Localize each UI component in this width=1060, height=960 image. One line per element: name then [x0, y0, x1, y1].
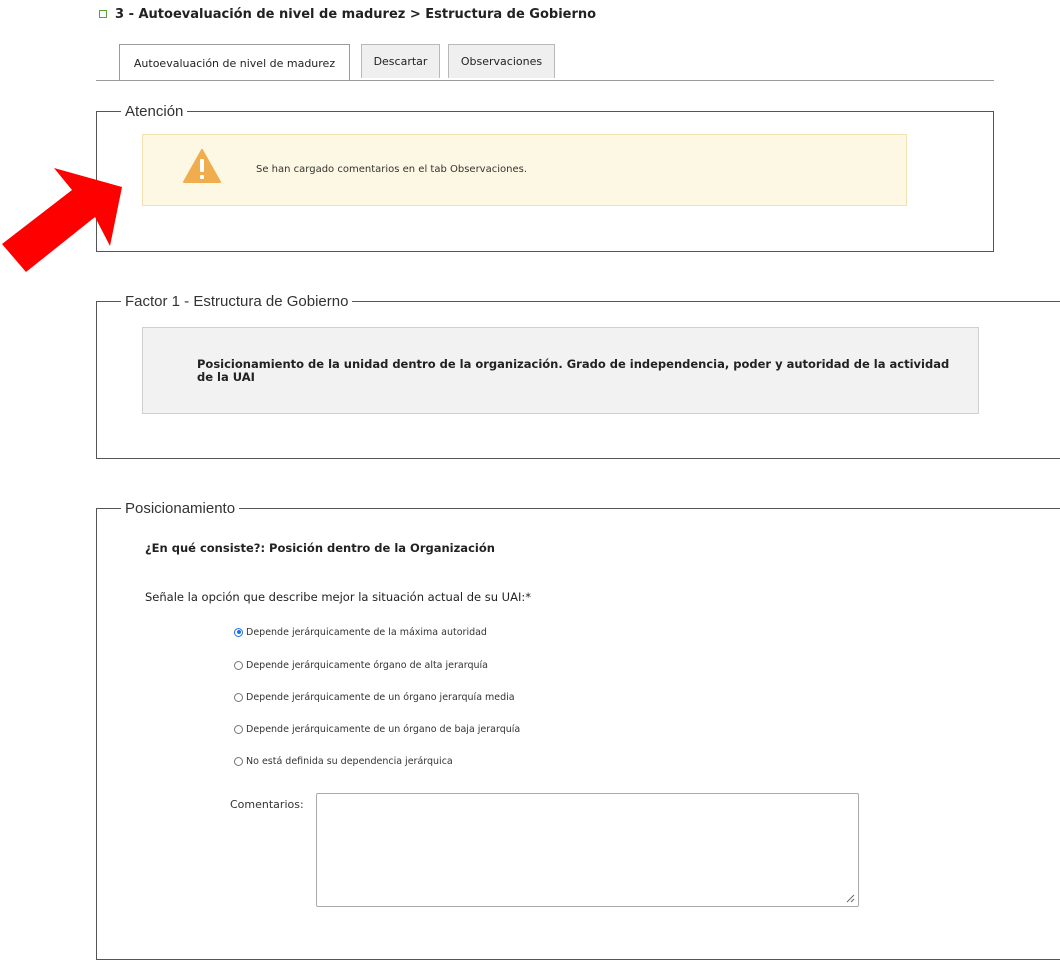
attention-legend: Atención — [125, 103, 184, 120]
radio-option-baja-jerarquia[interactable]: Depende jerárquicamente de un órgano de … — [234, 722, 520, 736]
radio-option-alta-jerarquia[interactable]: Depende jerárquicamente órgano de alta j… — [234, 658, 488, 672]
tab-observaciones[interactable]: Observaciones — [448, 44, 555, 78]
factor-legend: Factor 1 - Estructura de Gobierno — [125, 293, 349, 310]
breadcrumb: 3 - Autoevaluación de nivel de madurez >… — [96, 5, 596, 23]
radio-option-label: Depende jerárquicamente de un órgano de … — [246, 723, 521, 735]
tab-autoevaluacion[interactable]: Autoevaluación de nivel de madurez — [119, 44, 350, 81]
comments-label: Comentarios: — [230, 798, 304, 811]
warning-icon — [183, 149, 221, 183]
tabs-divider — [96, 80, 994, 81]
radio-button[interactable] — [234, 692, 243, 702]
question-title: ¿En qué consiste?: Posición dentro de la… — [145, 541, 495, 555]
radio-option-label: Depende jerárquicamente órgano de alta j… — [246, 659, 488, 671]
radio-option-label: Depende jerárquicamente de un órgano jer… — [246, 691, 515, 703]
radio-option-no-definida[interactable]: No está definida su dependencia jerárqui… — [234, 754, 453, 768]
radio-option-label: No está definida su dependencia jerárqui… — [246, 755, 453, 767]
factor-description-box: Posicionamiento de la unidad dentro de l… — [142, 327, 979, 414]
question-prompt: Señale la opción que describe mejor la s… — [145, 590, 531, 604]
warning-message: Se han cargado comentarios en el tab Obs… — [256, 164, 528, 175]
posicionamiento-legend: Posicionamiento — [125, 500, 236, 517]
resize-handle-icon[interactable] — [846, 894, 855, 903]
radio-button[interactable] — [234, 756, 243, 766]
radio-button[interactable] — [234, 724, 243, 734]
breadcrumb-text: 3 - Autoevaluación de nivel de madurez >… — [115, 6, 597, 22]
red-arrow-icon — [2, 168, 122, 272]
radio-option-label: Depende jerárquicamente de la máxima aut… — [246, 626, 487, 638]
radio-option-maxima-autoridad[interactable]: Depende jerárquicamente de la máxima aut… — [234, 625, 487, 639]
bullet-square-icon — [99, 10, 107, 18]
radio-button[interactable] — [234, 660, 243, 670]
warning-alert: Se han cargado comentarios en el tab Obs… — [142, 134, 907, 206]
radio-button[interactable] — [234, 627, 243, 637]
comments-textarea[interactable] — [316, 793, 859, 907]
factor-description: Posicionamiento de la unidad dentro de l… — [197, 357, 950, 384]
radio-option-jerarquia-media[interactable]: Depende jerárquicamente de un órgano jer… — [234, 690, 515, 704]
tab-descartar[interactable]: Descartar — [361, 44, 440, 78]
